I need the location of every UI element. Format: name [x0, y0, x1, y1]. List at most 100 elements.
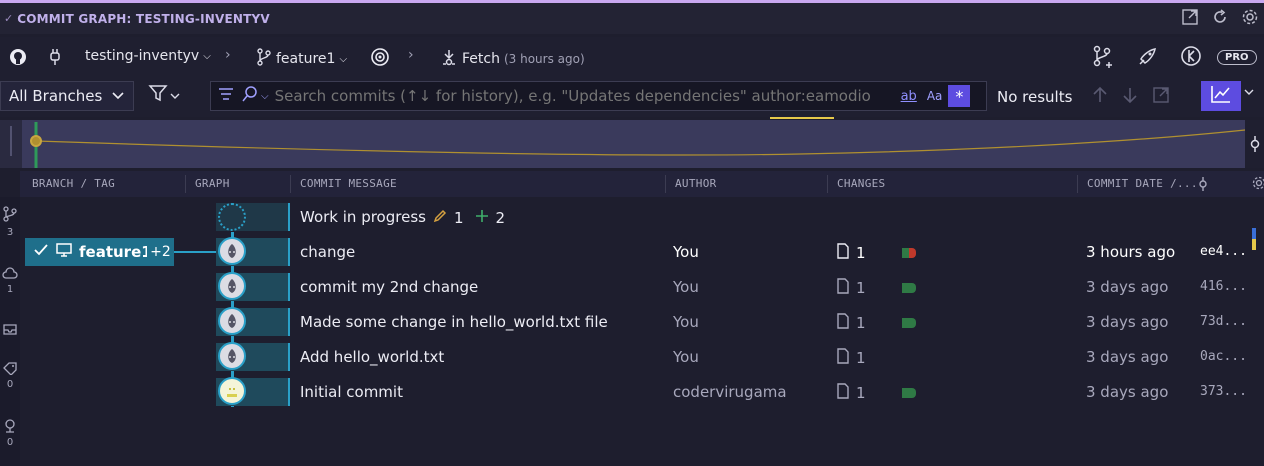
chevron-down-icon [170, 86, 180, 105]
changes-bar [902, 318, 916, 328]
commit-list: Work in progress 1 2 feature1 +2 change … [20, 197, 1264, 466]
arrow-down-icon[interactable] [1122, 86, 1138, 108]
commit-minimap[interactable] [0, 120, 1246, 168]
pencil-icon [432, 208, 448, 228]
filter-button[interactable] [148, 83, 180, 107]
graph-divider [288, 378, 290, 406]
fetch-time: (3 hours ago) [503, 52, 585, 66]
chevron-down-icon[interactable] [1244, 86, 1254, 100]
open-results-icon[interactable] [1152, 86, 1170, 108]
create-branch-icon[interactable] [1092, 45, 1114, 73]
minimap-toggle-button[interactable] [1201, 81, 1241, 111]
rocket-icon[interactable] [1136, 46, 1158, 72]
commit-row[interactable]: Add hello_world.txt You 1 3 days ago 0ac… [20, 339, 1264, 374]
column-changes[interactable]: CHANGES [837, 177, 885, 190]
commit-message: commit my 2nd change [300, 278, 479, 296]
remotes-count-item[interactable]: 1 [0, 265, 20, 295]
author-avatar[interactable] [218, 307, 246, 335]
wip-node[interactable] [218, 203, 246, 231]
column-author[interactable]: AUTHOR [675, 177, 717, 190]
breadcrumb-chevron-icon: › [408, 47, 414, 63]
commit-date: 3 days ago [1086, 278, 1169, 296]
plus-icon [474, 208, 490, 228]
modified-count: 1 [454, 209, 464, 227]
author-avatar[interactable] [218, 377, 246, 405]
tags-count-item[interactable]: 0 [0, 360, 20, 390]
open-in-editor-icon[interactable] [1180, 7, 1200, 27]
commit-sha[interactable]: 416... [1200, 279, 1247, 294]
chevron-down-icon: ⌵ [261, 90, 269, 102]
target-icon[interactable] [370, 47, 390, 71]
commit-date: 3 days ago [1086, 348, 1169, 366]
column-branch-tag[interactable]: BRANCH / TAG [32, 177, 115, 190]
regex-toggle[interactable]: * [948, 85, 971, 107]
search-icon[interactable] [241, 85, 259, 107]
tags-count: 0 [6, 379, 14, 390]
fetch-button[interactable]: Fetch (3 hours ago) [440, 48, 585, 70]
match-whole-word-toggle[interactable]: ab [901, 89, 917, 104]
column-settings-gear-icon[interactable] [1252, 175, 1264, 194]
commit-search-box[interactable]: ⌵ ab Aa * [210, 81, 987, 111]
author-avatar[interactable] [218, 237, 246, 265]
commit-message: Initial commit [300, 383, 403, 401]
column-commit-message[interactable]: COMMIT MESSAGE [300, 177, 397, 190]
column-divider[interactable] [827, 175, 828, 193]
column-commit-date[interactable]: COMMIT DATE /... [1087, 177, 1198, 190]
commit-date: 3 days ago [1086, 383, 1169, 401]
commit-sha[interactable]: ee4... [1200, 244, 1247, 259]
file-icon [836, 243, 850, 263]
commit-row[interactable]: Initial commit codervirugama 1 3 days ag… [20, 374, 1264, 409]
author-avatar[interactable] [218, 342, 246, 370]
filter-lines-icon[interactable] [217, 86, 235, 106]
changes-bar [902, 283, 916, 293]
column-divider[interactable] [185, 175, 186, 193]
branch-selector[interactable]: feature1 ⌵ [256, 48, 347, 70]
sha-column-icon[interactable] [1197, 175, 1209, 196]
plug-icon[interactable] [46, 47, 64, 71]
wip-row[interactable]: Work in progress 1 2 [20, 199, 1264, 234]
changed-files-count: 1 [856, 244, 866, 262]
commit-date: 3 hours ago [1086, 243, 1176, 261]
column-graph[interactable]: GRAPH [195, 177, 230, 190]
breadcrumb-chevron-icon: › [225, 47, 231, 63]
inbox-icon [3, 324, 17, 335]
commit-row[interactable]: change You 1 3 hours ago ee4... [20, 234, 1264, 269]
commit-row[interactable]: Made some change in hello_world.txt file… [20, 304, 1264, 339]
collapse-chevron-icon[interactable]: ✓ [4, 12, 13, 25]
commit-author: You [673, 348, 699, 366]
fetch-label: Fetch [462, 51, 500, 67]
branches-count-item[interactable]: 3 [0, 205, 20, 238]
tag-icon [3, 362, 17, 376]
pro-badge[interactable]: PRO [1217, 50, 1257, 65]
column-divider[interactable] [1077, 175, 1078, 193]
column-divider[interactable] [665, 175, 666, 193]
file-icon [836, 348, 850, 368]
author-avatar[interactable] [218, 272, 246, 300]
gitkraken-icon[interactable] [1180, 45, 1202, 71]
settings-gear-icon[interactable] [1240, 7, 1260, 27]
search-result-count: No results [997, 88, 1073, 106]
changes-bar [902, 388, 916, 398]
commit-row[interactable]: commit my 2nd change You 1 3 days ago 41… [20, 269, 1264, 304]
search-input[interactable] [274, 87, 895, 105]
changed-files-count: 1 [856, 349, 866, 367]
commit-sha[interactable]: 373... [1200, 384, 1247, 399]
commit-dot-icon[interactable] [1248, 134, 1262, 158]
arrow-up-icon[interactable] [1092, 86, 1108, 108]
refresh-icon[interactable] [1210, 7, 1230, 27]
column-divider[interactable] [290, 175, 291, 193]
match-case-toggle[interactable]: Aa [927, 89, 943, 103]
repo-selector[interactable]: testing-inventyv ⌵ [85, 48, 211, 64]
github-icon[interactable] [8, 47, 28, 71]
branch-filter-dropdown[interactable]: All Branches [0, 81, 134, 111]
worktrees-count-item[interactable]: 0 [0, 417, 20, 448]
chevron-down-icon [111, 88, 125, 106]
remotes-count: 1 [6, 284, 14, 295]
chevron-down-icon: ⌵ [339, 53, 348, 65]
changed-files-count: 1 [856, 384, 866, 402]
commit-sha[interactable]: 73d... [1200, 314, 1247, 329]
chevron-down-icon: ⌵ [203, 50, 211, 62]
file-icon [836, 278, 850, 298]
commit-sha[interactable]: 0ac... [1200, 349, 1247, 364]
stashes-item[interactable] [0, 321, 20, 340]
